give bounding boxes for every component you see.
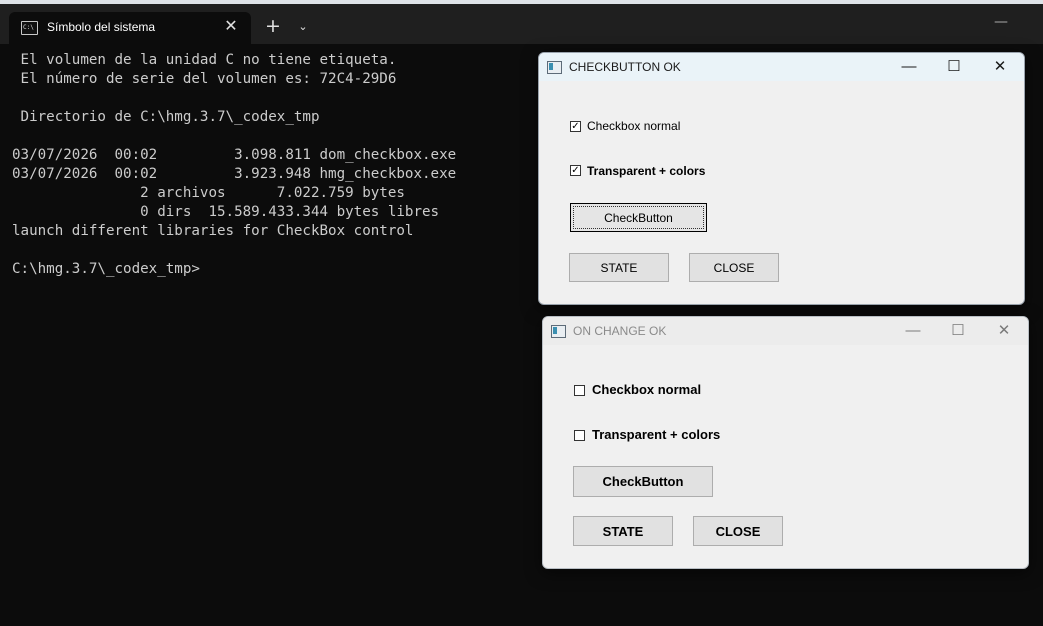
checkbox-transparent[interactable]: ✓ bbox=[570, 165, 581, 176]
window-titlebar[interactable]: CHECKBUTTON OK — ☐ ✕ bbox=[539, 53, 1024, 81]
terminal-titlebar: Símbolo del sistema ✕ + ⌄ — bbox=[0, 4, 1043, 44]
app-icon bbox=[551, 325, 566, 338]
checkbutton-button[interactable]: CheckButton bbox=[573, 466, 713, 497]
checkbox-normal[interactable]: ✓ bbox=[570, 121, 581, 132]
app-icon bbox=[547, 61, 562, 74]
checkbox-transparent[interactable] bbox=[574, 430, 585, 441]
checkbox-normal-label: Checkbox normal bbox=[592, 382, 702, 397]
close-icon[interactable]: ✕ bbox=[984, 319, 1024, 343]
checkbox-transparent-label: Transparent + colors bbox=[592, 427, 721, 442]
chevron-down-icon[interactable]: ⌄ bbox=[294, 17, 312, 37]
state-button[interactable]: STATE bbox=[573, 516, 673, 546]
minimize-icon[interactable]: — bbox=[889, 55, 929, 79]
cmd-icon bbox=[21, 21, 38, 35]
close-button[interactable]: CLOSE bbox=[689, 253, 779, 282]
close-icon[interactable]: ✕ bbox=[980, 55, 1020, 79]
window-title: CHECKBUTTON OK bbox=[569, 60, 681, 74]
close-button[interactable]: CLOSE bbox=[693, 516, 783, 546]
onchange-window[interactable]: ON CHANGE OK — ☐ ✕ Checkbox normal Trans… bbox=[542, 316, 1029, 569]
window-title: ON CHANGE OK bbox=[573, 324, 667, 338]
window-titlebar[interactable]: ON CHANGE OK — ☐ ✕ bbox=[543, 317, 1028, 345]
minimize-icon[interactable]: — bbox=[893, 319, 933, 343]
checkbutton-window[interactable]: CHECKBUTTON OK — ☐ ✕ ✓ Checkbox normal ✓… bbox=[538, 52, 1025, 305]
checkbox-normal[interactable] bbox=[574, 385, 585, 396]
minimize-icon[interactable]: — bbox=[990, 14, 1012, 30]
checkbox-normal-label: Checkbox normal bbox=[587, 119, 681, 133]
state-button[interactable]: STATE bbox=[569, 253, 669, 282]
maximize-icon[interactable]: ☐ bbox=[934, 55, 974, 79]
terminal-tab-title: Símbolo del sistema bbox=[47, 20, 156, 34]
plus-icon[interactable]: + bbox=[262, 16, 284, 38]
checkbox-transparent-label: Transparent + colors bbox=[587, 164, 706, 178]
terminal-tab[interactable]: Símbolo del sistema ✕ bbox=[9, 12, 251, 44]
checkbutton-button[interactable]: CheckButton bbox=[570, 203, 707, 232]
close-icon[interactable]: ✕ bbox=[221, 16, 241, 36]
maximize-icon[interactable]: ☐ bbox=[938, 319, 978, 343]
